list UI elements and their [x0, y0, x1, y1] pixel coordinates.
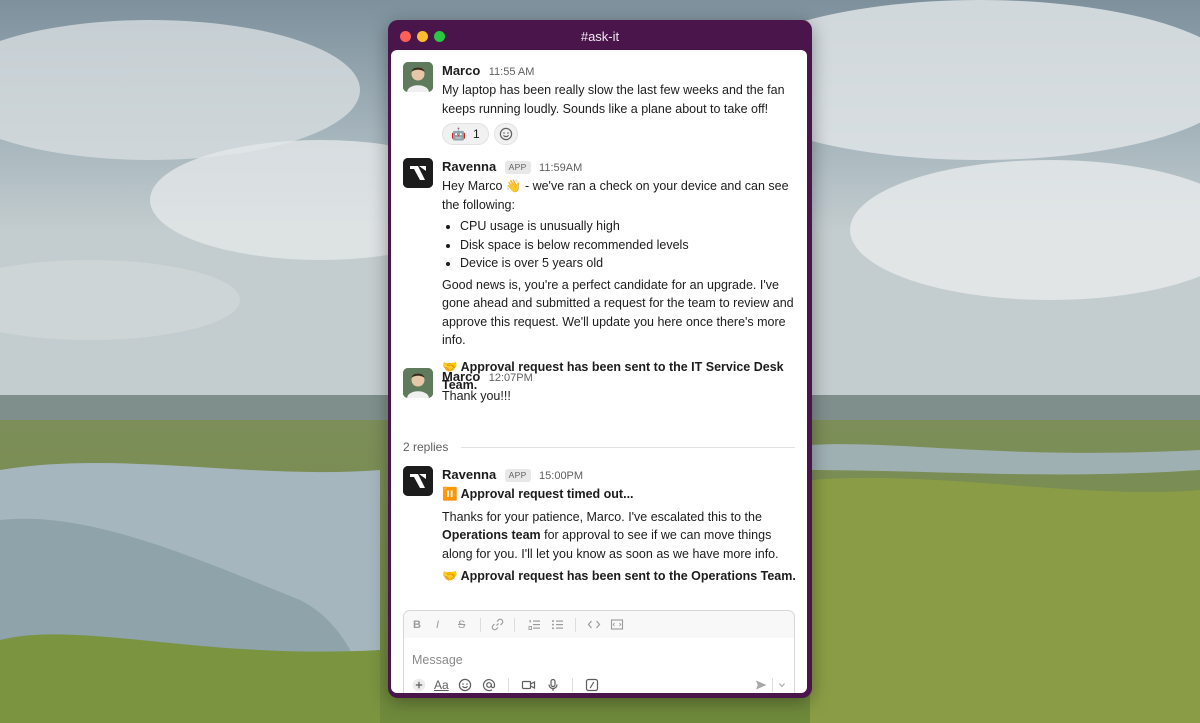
divider-line	[461, 447, 795, 448]
timestamp[interactable]: 11:55 AM	[489, 66, 535, 78]
emoji-icon[interactable]	[458, 678, 472, 692]
author-name[interactable]: Ravenna	[442, 159, 496, 174]
timeout-status: ⏸️ Approval request timed out...	[442, 487, 634, 501]
message-paragraph: Good news is, you're a perfect candidate…	[442, 277, 794, 348]
toolbar-divider	[514, 618, 515, 632]
message-body: Ravenna APP 11:59AM Hey Marco 👋 - we've …	[442, 158, 797, 395]
marco-avatar-icon	[403, 368, 433, 398]
message-input[interactable]	[412, 651, 772, 669]
check-results-list: CPU usage is unusually high Disk space i…	[442, 217, 797, 273]
avatar[interactable]	[403, 466, 433, 496]
ravenna-logo-icon	[403, 158, 433, 188]
video-icon[interactable]	[521, 678, 536, 692]
timestamp[interactable]: 12:07PM	[489, 372, 533, 384]
message-intro: Hey Marco 👋 - we've ran a check on your …	[442, 179, 789, 212]
bulleted-list-icon[interactable]	[551, 618, 564, 631]
mention-icon[interactable]	[482, 678, 496, 692]
toolbar-divider	[480, 618, 481, 632]
message-item: Ravenna APP 11:59AM Hey Marco 👋 - we've …	[403, 158, 795, 392]
add-reaction-button[interactable]	[494, 123, 518, 145]
message-item: Marco 11:55 AM My laptop has been really…	[403, 62, 797, 145]
message-item: Marco 12:07PM Thank you!!!	[403, 368, 795, 408]
avatar[interactable]	[403, 158, 433, 188]
strikethrough-icon[interactable]: S	[458, 618, 465, 632]
timestamp[interactable]: 15:00PM	[539, 470, 583, 482]
channel-title: #ask-it	[580, 29, 620, 44]
ordered-list-icon[interactable]	[528, 618, 541, 631]
replies-count[interactable]: 2 replies	[403, 440, 448, 454]
message-meta: Ravenna APP 15:00PM	[442, 466, 797, 484]
marco-avatar-icon	[403, 62, 433, 92]
message-composer: B I S Message Aa	[403, 610, 795, 693]
avatar[interactable]	[403, 368, 433, 398]
message-paragraph: Thanks for your patience, Marco. I've es…	[442, 508, 797, 564]
message-item: Ravenna APP 15:00PM ⏸️ Approval request …	[403, 466, 797, 596]
reaction-pill[interactable]: 🤖 1	[442, 123, 489, 145]
reaction-count: 1	[473, 127, 480, 141]
composer-divider	[772, 678, 773, 692]
author-name[interactable]: Marco	[442, 63, 480, 78]
list-item: Disk space is below recommended levels	[460, 236, 797, 255]
toolbar-divider	[575, 618, 576, 632]
text-format-icon[interactable]: Aa	[434, 678, 449, 692]
plus-icon[interactable]	[412, 678, 426, 692]
app-badge: APP	[504, 161, 531, 174]
slash-command-icon[interactable]	[585, 678, 599, 692]
link-icon[interactable]	[491, 618, 504, 631]
app-badge: APP	[504, 469, 531, 482]
operations-team-mention: Operations team	[442, 528, 541, 542]
list-item: CPU usage is unusually high	[460, 217, 797, 236]
author-name[interactable]: Marco	[442, 369, 480, 384]
message-text: Thank you!!!	[442, 389, 511, 403]
microphone-icon[interactable]	[546, 678, 560, 692]
author-name[interactable]: Ravenna	[442, 467, 496, 482]
formatting-toolbar: B I S	[404, 611, 794, 638]
add-emoji-icon	[499, 127, 513, 141]
code-block-icon[interactable]	[610, 618, 624, 631]
composer-divider	[508, 678, 509, 692]
list-item: Device is over 5 years old	[460, 254, 797, 273]
timestamp[interactable]: 11:59AM	[539, 162, 582, 174]
composer-divider	[572, 678, 573, 692]
italic-icon[interactable]: I	[436, 618, 439, 632]
message-panel: Marco 11:55 AM My laptop has been really…	[391, 50, 807, 693]
message-body: Marco 11:55 AM My laptop has been really…	[442, 62, 797, 118]
code-icon[interactable]	[587, 618, 601, 631]
approval-notice: 🤝 Approval request has been sent to the …	[442, 569, 796, 583]
bold-icon[interactable]: B	[413, 618, 421, 632]
message-meta: Marco 12:07PM	[442, 368, 797, 386]
send-icon[interactable]	[754, 678, 768, 692]
title-bar: #ask-it	[388, 20, 812, 52]
chevron-down-icon[interactable]	[777, 680, 787, 690]
message-body: Ravenna APP 15:00PM ⏸️ Approval request …	[442, 466, 797, 586]
ravenna-logo-icon	[403, 466, 433, 496]
avatar[interactable]	[403, 62, 433, 92]
message-text: My laptop has been really slow the last …	[442, 83, 785, 116]
paragraph-text: Thanks for your patience, Marco. I've es…	[442, 509, 762, 524]
robot-icon: 🤖	[451, 127, 466, 141]
thread-replies-divider[interactable]: 2 replies	[403, 440, 795, 454]
message-meta: Ravenna APP 11:59AM	[442, 158, 797, 176]
slack-window: #ask-it Marco 11:55 AM My laptop has bee…	[388, 20, 812, 698]
message-meta: Marco 11:55 AM	[442, 62, 797, 80]
message-body: Marco 12:07PM Thank you!!!	[442, 368, 797, 406]
